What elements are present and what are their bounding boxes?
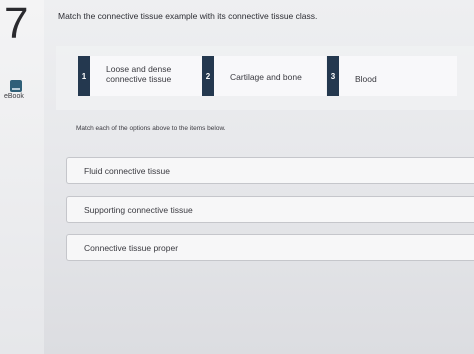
ebook-button[interactable]: eBook [4, 80, 28, 102]
option-card[interactable]: 1 Loose and dense connective tissue [78, 56, 202, 96]
drop-zone[interactable]: Connective tissue proper [66, 234, 474, 261]
question-number: 7 [4, 0, 29, 48]
option-label-line: Loose and dense [106, 64, 172, 74]
sidebar: 7 eBook [0, 0, 44, 354]
option-card[interactable]: 2 Cartilage and bone [202, 56, 326, 96]
question-prompt: Match the connective tissue example with… [58, 11, 318, 21]
option-card[interactable]: 3 Blood [327, 56, 457, 96]
option-label: Blood [355, 74, 377, 84]
options-bank: 1 Loose and dense connective tissue 2 Ca… [56, 46, 474, 110]
option-label: Loose and dense connective tissue [106, 64, 171, 84]
option-label-line: connective tissue [106, 74, 172, 84]
drop-zone[interactable]: Supporting connective tissue [66, 196, 474, 223]
drop-zone-label: Connective tissue proper [84, 243, 179, 253]
instruction-text: Match each of the options above to the i… [76, 125, 226, 132]
option-number-badge: 2 [202, 56, 214, 96]
book-icon [10, 80, 22, 92]
drop-zone-label: Fluid connective tissue [84, 166, 170, 176]
option-number-badge: 1 [78, 56, 90, 96]
option-number-badge: 3 [327, 56, 339, 96]
option-label: Cartilage and bone [230, 72, 302, 82]
drop-zone-label: Supporting connective tissue [84, 205, 193, 215]
ebook-label: eBook [4, 93, 24, 100]
drop-zone[interactable]: Fluid connective tissue [66, 157, 474, 184]
